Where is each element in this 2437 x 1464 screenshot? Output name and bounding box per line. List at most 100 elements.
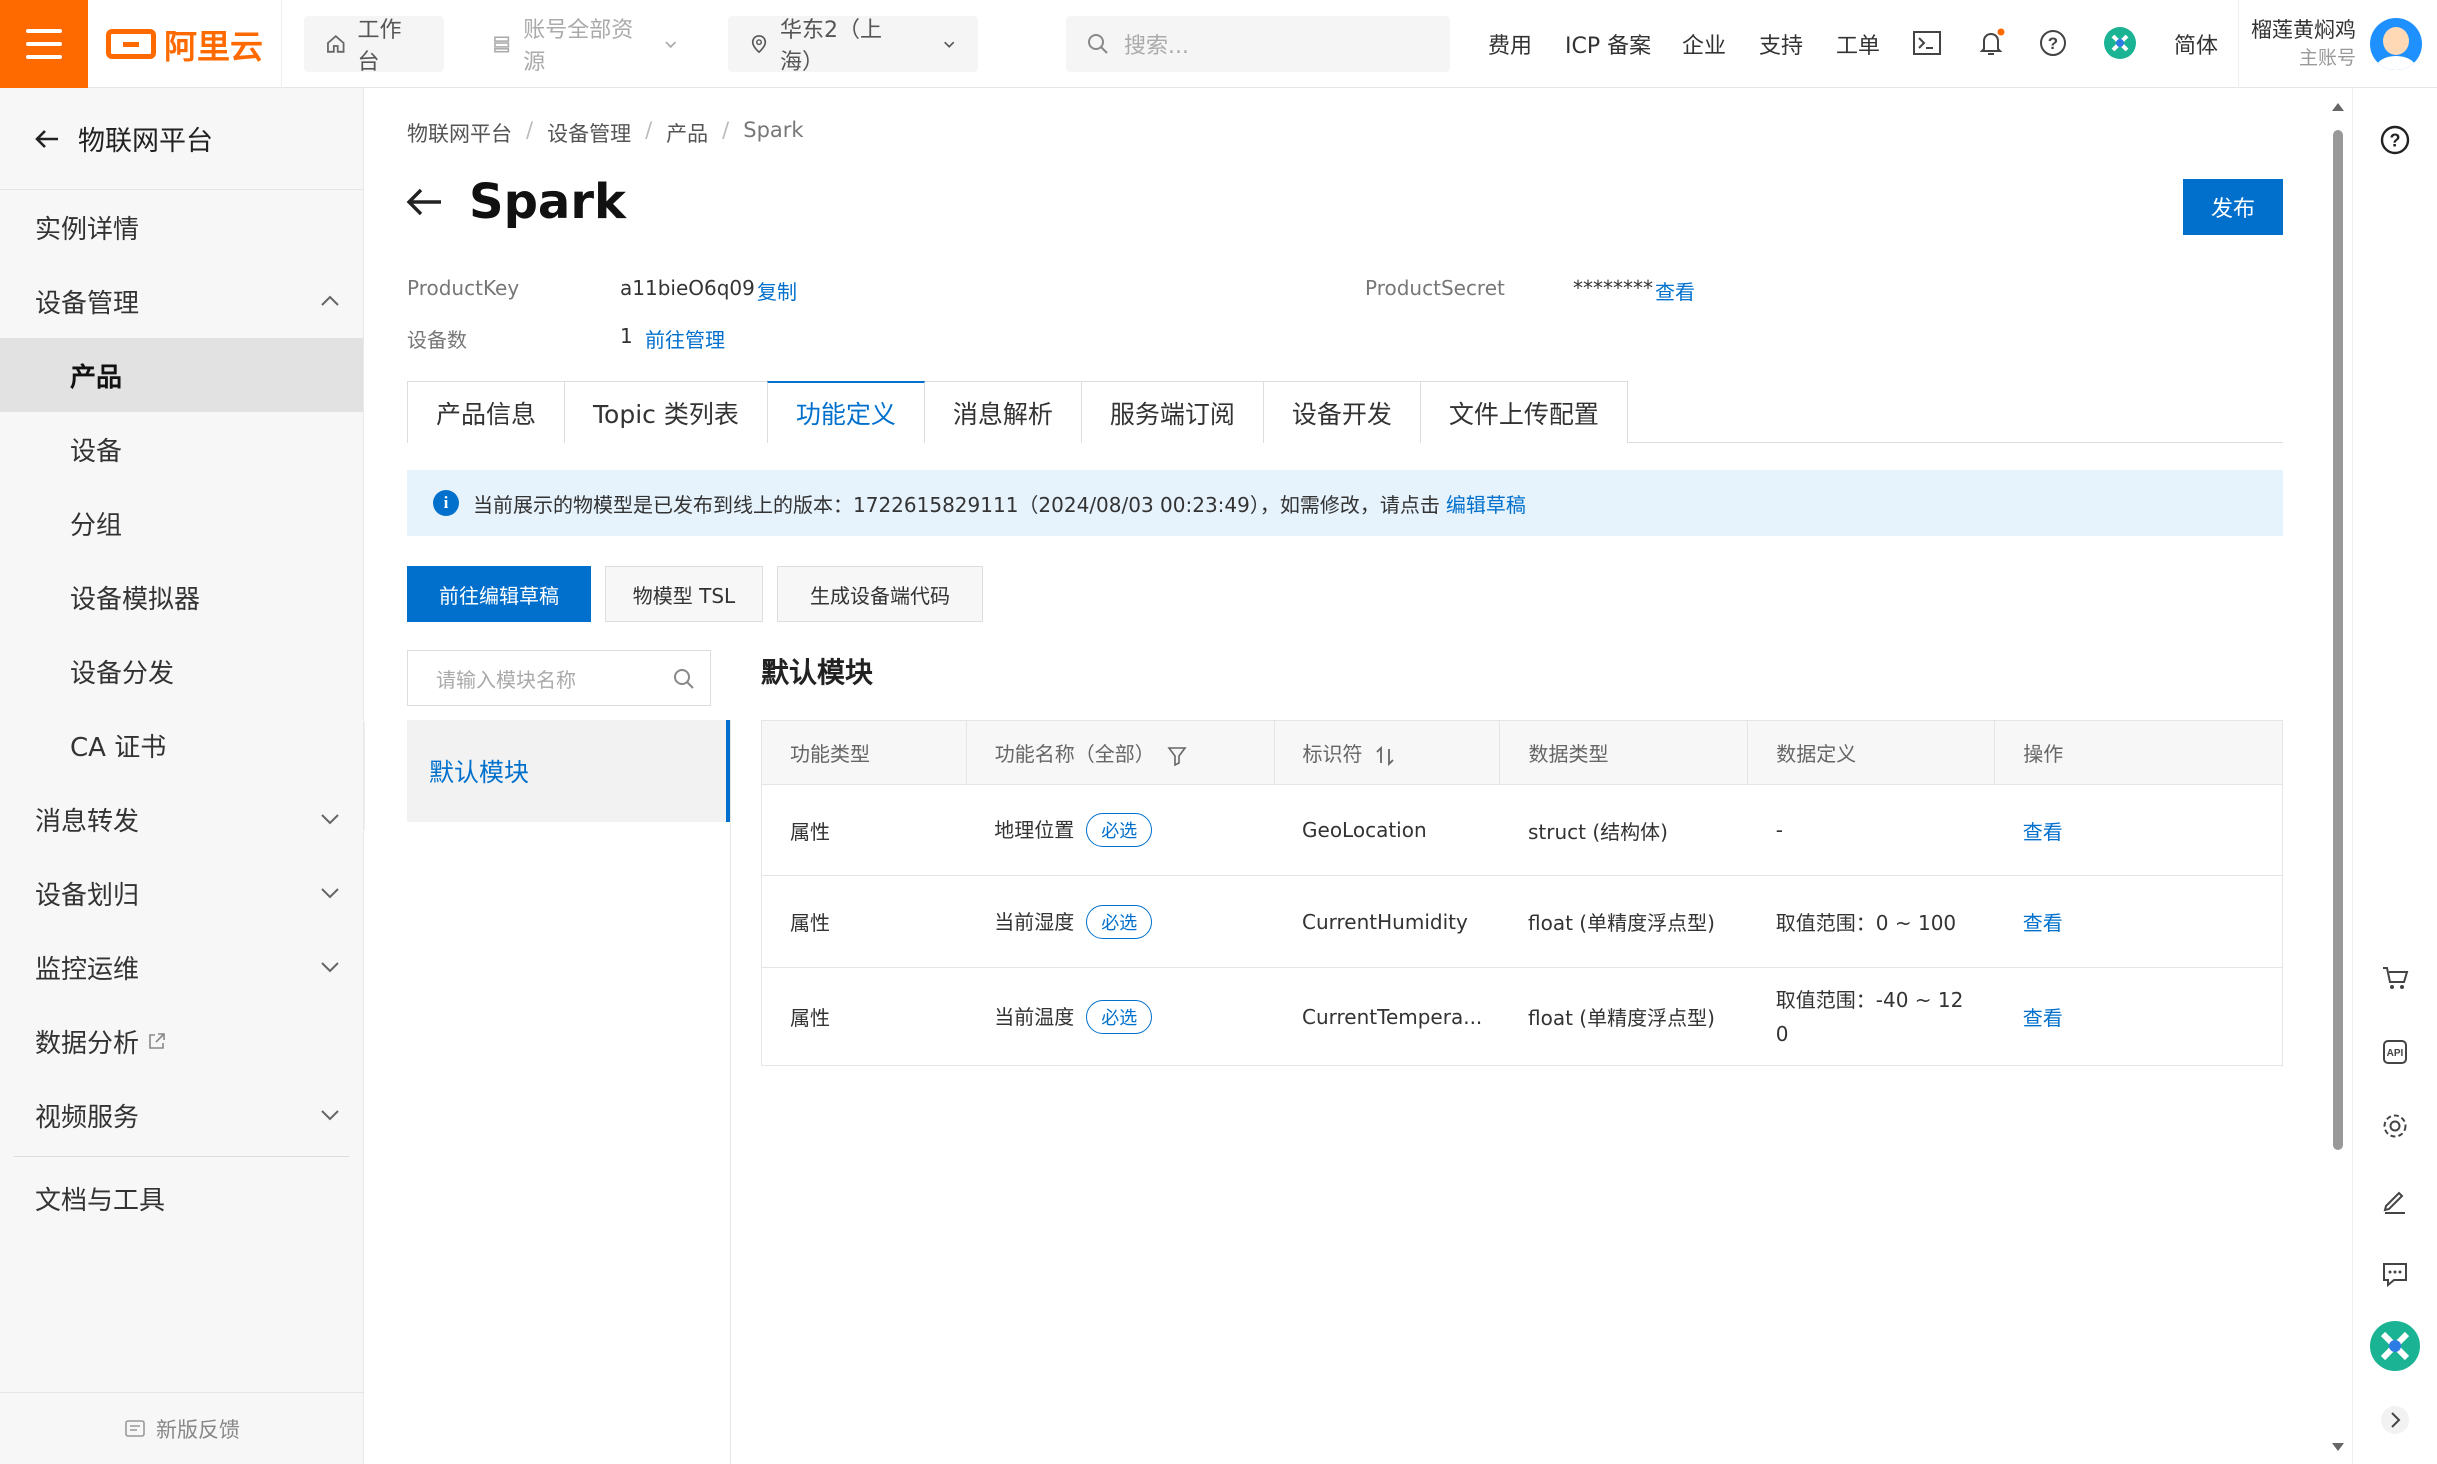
breadcrumb-iot[interactable]: 物联网平台 bbox=[407, 118, 512, 148]
edit-draft-link[interactable]: 编辑草稿 bbox=[1446, 489, 1526, 518]
cell-data-def: - bbox=[1747, 784, 1995, 876]
table-row: 属性 当前湿度 必选 CurrentHumidity float (单精度浮点型)… bbox=[761, 875, 2283, 968]
api-icon[interactable]: API bbox=[2375, 1032, 2415, 1072]
sidebar-item-group[interactable]: 分组 bbox=[0, 486, 363, 560]
module-search-input[interactable]: 请输入模块名称 bbox=[407, 650, 711, 706]
info-icon: i bbox=[433, 490, 459, 516]
main-content: 物联网平台 / 设备管理 / 产品 / Spark Spark 发布 ProductK… bbox=[365, 88, 2330, 1464]
logo-text: 阿里云 bbox=[164, 26, 263, 66]
scroll-thumb[interactable] bbox=[2333, 130, 2343, 1150]
module-list: 默认模块 bbox=[407, 720, 731, 1464]
bell-icon[interactable] bbox=[1974, 26, 2008, 60]
tab-product-info[interactable]: 产品信息 bbox=[407, 381, 566, 443]
sort-icon[interactable] bbox=[1375, 745, 1395, 767]
tab-topic-list[interactable]: Topic 类列表 bbox=[564, 381, 768, 443]
view-link[interactable]: 查看 bbox=[2023, 1006, 2063, 1030]
language-switch[interactable]: 简体 bbox=[2174, 28, 2218, 60]
breadcrumb-device-mgmt[interactable]: 设备管理 bbox=[547, 118, 631, 148]
cell-data-def: 取值范围：0 ~ 100 bbox=[1747, 875, 1995, 968]
scroll-up-icon[interactable] bbox=[2330, 100, 2346, 114]
filter-icon[interactable] bbox=[1167, 745, 1187, 767]
publish-button[interactable]: 发布 bbox=[2183, 179, 2283, 235]
workbench-button[interactable]: 工作台 bbox=[304, 16, 444, 75]
tsl-button[interactable]: 物模型 TSL bbox=[605, 566, 763, 622]
sidebar-item-distribution[interactable]: 设备分发 bbox=[0, 634, 363, 708]
edit-draft-button[interactable]: 前往编辑草稿 bbox=[407, 566, 591, 622]
sidebar-item-device-assign[interactable]: 设备划归 bbox=[0, 856, 363, 930]
view-link[interactable]: 查看 bbox=[2023, 911, 2063, 935]
page-scrollbar[interactable] bbox=[2330, 100, 2346, 1460]
view-link[interactable]: 查看 bbox=[2023, 820, 2063, 844]
device-count-label: 设备数 bbox=[407, 328, 467, 352]
cell-operation: 查看 bbox=[1994, 875, 2283, 968]
sidebar-item-message-forward[interactable]: 消息转发 bbox=[0, 782, 363, 856]
tab-device-dev[interactable]: 设备开发 bbox=[1262, 381, 1421, 443]
tab-function-definition[interactable]: 功能定义 bbox=[766, 381, 925, 444]
chevron-down-icon bbox=[321, 962, 339, 973]
resource-selector[interactable]: 账号全部资源 bbox=[470, 16, 700, 75]
function-table: 功能类型 功能名称（全部） 标识符 数据类型 数据定义 操作 属性 地理位置 必选… bbox=[761, 720, 2283, 1066]
sidebar-item-docs-tools[interactable]: 文档与工具 bbox=[0, 1161, 363, 1235]
user-menu[interactable]: 榴莲黄焖鸡 主账号 bbox=[2238, 0, 2437, 88]
edit-pen-icon[interactable] bbox=[2375, 1180, 2415, 1220]
region-label: 华东2（上海） bbox=[780, 18, 883, 75]
cell-identifier: GeoLocation bbox=[1274, 784, 1500, 876]
col-name[interactable]: 功能名称（全部） bbox=[965, 720, 1275, 785]
ai-assistant-icon[interactable] bbox=[2367, 1318, 2423, 1374]
chevron-down-icon bbox=[321, 1110, 339, 1121]
aliyun-logo[interactable]: 阿里云 bbox=[88, 0, 282, 88]
sidebar-item-data-analysis[interactable]: 数据分析 bbox=[0, 1004, 363, 1078]
feedback-button[interactable]: 新版反馈 bbox=[0, 1392, 364, 1464]
sidebar-item-label: 消息转发 bbox=[35, 806, 140, 837]
chat-icon[interactable] bbox=[2375, 1254, 2415, 1294]
sidebar-item-device-management[interactable]: 设备管理 bbox=[0, 264, 363, 338]
ai-assistant-icon[interactable] bbox=[2103, 26, 2137, 60]
module-item-default[interactable]: 默认模块 bbox=[407, 720, 730, 822]
logo-mark-icon bbox=[106, 28, 156, 59]
help-icon[interactable]: ? bbox=[2036, 26, 2070, 60]
sidebar-item-instance-detail[interactable]: 实例详情 bbox=[0, 190, 363, 264]
sidebar-item-label: CA 证书 bbox=[70, 732, 167, 763]
feedback-icon bbox=[125, 1419, 145, 1437]
sidebar-item-ca-cert[interactable]: CA 证书 bbox=[0, 708, 363, 782]
resources-label: 账号全部资源 bbox=[523, 18, 634, 75]
top-link-fees[interactable]: 费用 bbox=[1488, 28, 1532, 60]
col-identifier[interactable]: 标识符 bbox=[1273, 720, 1501, 785]
help-circle-icon[interactable]: ? bbox=[2375, 120, 2415, 160]
sidebar-back-button[interactable]: 物联网平台 bbox=[0, 88, 363, 190]
expand-chevron-icon[interactable] bbox=[2375, 1400, 2415, 1440]
sidebar-title: 物联网平台 bbox=[78, 126, 213, 157]
cart-icon[interactable] bbox=[2375, 958, 2415, 998]
scroll-down-icon[interactable] bbox=[2330, 1440, 2346, 1454]
view-secret-link[interactable]: 查看 bbox=[1655, 276, 1695, 305]
back-arrow-icon[interactable] bbox=[405, 186, 443, 218]
tab-message-parse[interactable]: 消息解析 bbox=[923, 381, 1082, 443]
manage-devices-link[interactable]: 前往管理 bbox=[645, 324, 725, 353]
global-search-input[interactable]: 搜索... bbox=[1066, 16, 1450, 72]
top-link-enterprise[interactable]: 企业 bbox=[1682, 28, 1726, 60]
top-link-support[interactable]: 支持 bbox=[1759, 28, 1803, 60]
sidebar-divider bbox=[14, 1156, 349, 1157]
right-rail: ? API bbox=[2352, 88, 2437, 1464]
region-selector[interactable]: 华东2（上海） bbox=[728, 16, 978, 75]
sidebar-item-device[interactable]: 设备 bbox=[0, 412, 363, 486]
sidebar-item-product[interactable]: 产品 bbox=[0, 338, 363, 412]
terminal-icon[interactable] bbox=[1910, 26, 1944, 60]
sidebar-item-video[interactable]: 视频服务 bbox=[0, 1078, 363, 1152]
generate-code-button[interactable]: 生成设备端代码 bbox=[777, 566, 983, 622]
top-link-ticket[interactable]: 工单 bbox=[1836, 28, 1880, 60]
sidebar-item-monitoring[interactable]: 监控运维 bbox=[0, 930, 363, 1004]
col-name-label: 功能名称（全部） bbox=[994, 742, 1155, 766]
cell-type: 属性 bbox=[761, 875, 967, 968]
tab-server-subscription[interactable]: 服务端订阅 bbox=[1080, 381, 1264, 443]
breadcrumb-product[interactable]: 产品 bbox=[666, 118, 708, 148]
sidebar-item-label: 设备 bbox=[70, 436, 123, 467]
menu-icon[interactable] bbox=[0, 0, 88, 88]
col-data-def: 数据定义 bbox=[1747, 720, 1996, 785]
tab-file-upload-config[interactable]: 文件上传配置 bbox=[1419, 381, 1628, 443]
sidebar-item-simulator[interactable]: 设备模拟器 bbox=[0, 560, 363, 634]
copy-key-link[interactable]: 复制 bbox=[757, 276, 797, 305]
avatar[interactable] bbox=[2370, 18, 2422, 70]
settings-gear-icon[interactable] bbox=[2375, 1106, 2415, 1146]
top-link-icp[interactable]: ICP 备案 bbox=[1565, 28, 1651, 60]
